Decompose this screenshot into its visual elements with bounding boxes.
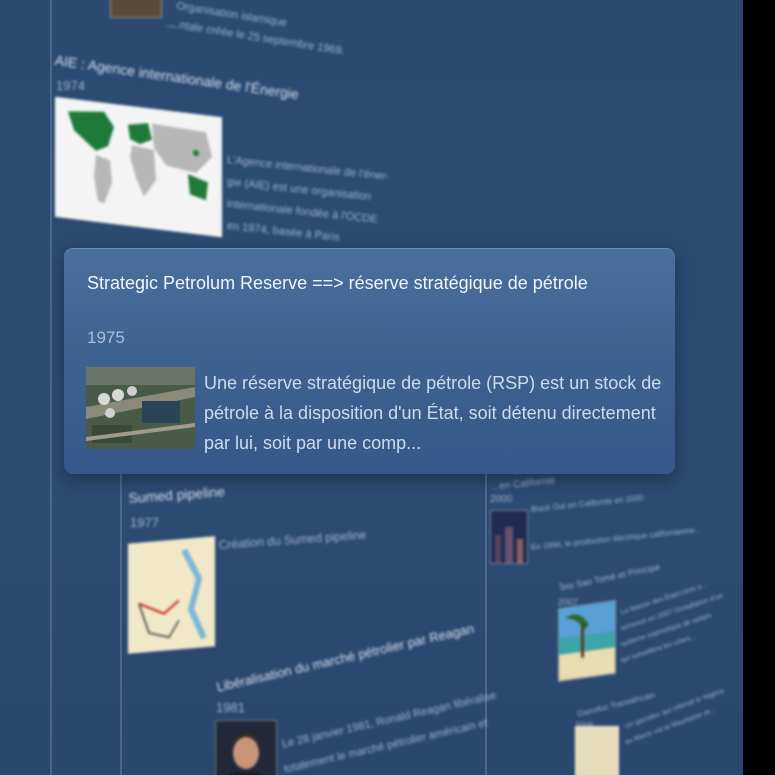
entry-opec-text-3: ... xyxy=(165,18,175,30)
entry-reagan-year: 1981 xyxy=(216,700,245,715)
event-year: 1975 xyxy=(87,328,125,347)
entry-aie-world-map xyxy=(55,96,222,238)
entry-gazoduc-map xyxy=(575,726,619,775)
entry-sumed-year: 1977 xyxy=(130,515,159,530)
entry-california-year: 2000 xyxy=(490,494,513,505)
entry-sao-tome-beach-photo xyxy=(558,599,616,683)
entry-sumed-text: Création du Sumed pipeline xyxy=(218,527,367,552)
timeline-event-card[interactable]: Strategic Petrolum Reserve ==> réserve s… xyxy=(64,248,675,474)
event-description: Une réserve stratégique de pétrole (RSP)… xyxy=(204,373,662,453)
screen-edge xyxy=(743,0,775,775)
entry-reagan-title: Libéralisation du marché pétrolier par R… xyxy=(215,620,476,695)
entry-aie-title: AIE : Agence internationale de l'Énergie xyxy=(53,52,300,103)
event-title: Strategic Petrolum Reserve ==> réserve s… xyxy=(87,273,588,293)
entry-sumed-title: Sumed pipeline xyxy=(128,483,226,506)
entry-sumed-thumbnail xyxy=(128,536,215,654)
timeline-axis-branch xyxy=(120,470,122,775)
timeline-axis-main xyxy=(50,0,52,775)
entry-reagan-portrait xyxy=(215,720,277,775)
entry-california-text-2: En 1996, la production électrique califo… xyxy=(530,525,702,552)
entry-california-text-1: Black Out en Californie en 2000 xyxy=(530,493,644,514)
entry-opec-thumbnail xyxy=(110,0,162,18)
entry-california-thumbnail xyxy=(490,510,528,564)
event-thumbnail-oil-reserve-photo xyxy=(86,367,195,449)
entry-aie-year: 1974 xyxy=(56,78,85,93)
